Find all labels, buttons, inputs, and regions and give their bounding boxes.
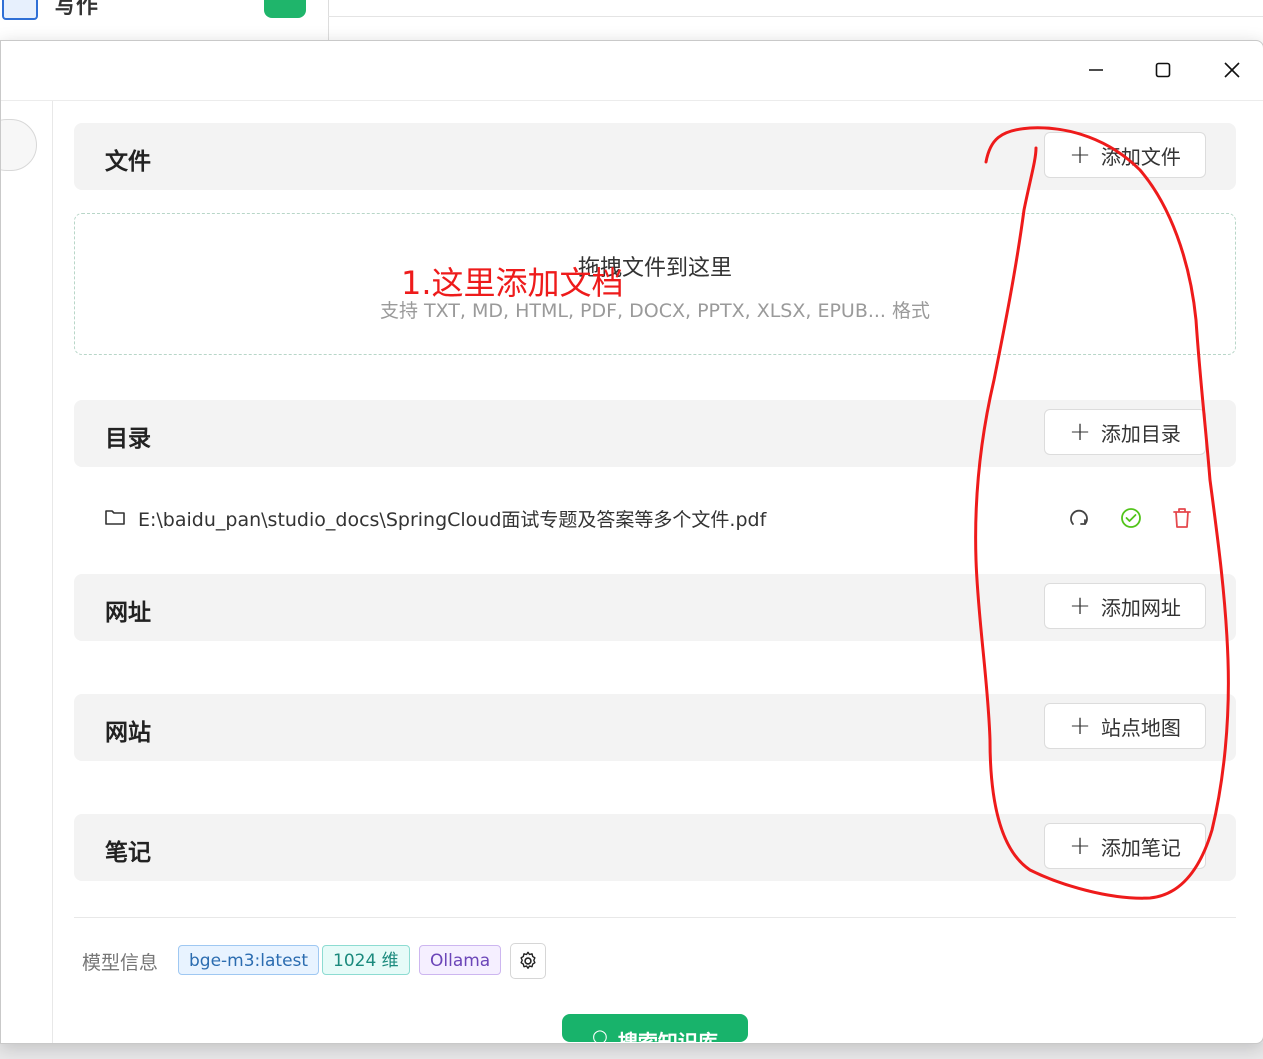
plus-icon: + xyxy=(1069,140,1091,170)
add-directory-label: 添加目录 xyxy=(1100,421,1181,446)
provider-tag: Ollama xyxy=(419,945,502,975)
dropzone-formats: 支持 TXT, MD, HTML, PDF, DOCX, PPTX, XLSX,… xyxy=(379,300,931,322)
add-url-label: 添加网址 xyxy=(1100,595,1181,620)
close-button[interactable] xyxy=(1212,53,1252,87)
background-toolbar-line xyxy=(328,16,1263,17)
maximize-button[interactable] xyxy=(1143,53,1183,87)
directory-section-title: 目录 xyxy=(105,426,151,452)
close-icon xyxy=(1224,62,1240,78)
add-sitemap-button[interactable]: + 站点地图 xyxy=(1044,703,1206,749)
dialog-titlebar xyxy=(1,41,1263,101)
background-divider xyxy=(328,0,329,44)
dimension-tag: 1024 维 xyxy=(322,945,410,975)
plus-icon: + xyxy=(1069,417,1091,447)
minimize-icon xyxy=(1089,69,1103,71)
check-circle-icon xyxy=(1121,508,1141,528)
website-section-header: 网站 + 站点地图 xyxy=(74,694,1236,761)
add-file-button[interactable]: + 添加文件 xyxy=(1044,132,1206,178)
minimize-button[interactable] xyxy=(1076,53,1116,87)
maximize-icon xyxy=(1155,62,1171,78)
search-knowledge-base-label: 搜索知识库 xyxy=(617,1030,718,1042)
notes-section-title: 笔记 xyxy=(105,840,151,866)
delete-icon[interactable] xyxy=(1169,505,1195,531)
plus-icon: + xyxy=(1069,711,1091,741)
plus-icon: + xyxy=(1069,831,1091,861)
directory-list-item: E:\baidu_pan\studio_docs\SpringCloud面试专题… xyxy=(104,503,1204,533)
dropzone-title: 拖拽文件到这里 xyxy=(577,256,732,281)
model-name-tag: bge-m3:latest xyxy=(178,945,320,975)
url-section-header: 网址 + 添加网址 xyxy=(74,574,1236,641)
background-new-button[interactable] xyxy=(264,0,306,18)
annotation-text: 1.这里添加文档 xyxy=(401,264,624,302)
search-icon: ○ xyxy=(592,1026,608,1042)
directory-section-header: 目录 + 添加目录 xyxy=(74,400,1236,467)
url-section-title: 网址 xyxy=(105,600,151,626)
background-app-header: 写作 xyxy=(0,0,1263,44)
add-note-button[interactable]: + 添加笔记 xyxy=(1044,823,1206,869)
website-section-title: 网站 xyxy=(105,720,151,746)
model-info-label: 模型信息 xyxy=(82,952,159,974)
folder-icon xyxy=(105,510,125,525)
background-app-footer xyxy=(0,1043,1263,1059)
gear-icon xyxy=(520,951,536,969)
document-icon xyxy=(2,0,38,20)
model-settings-button[interactable] xyxy=(510,943,546,979)
add-url-button[interactable]: + 添加网址 xyxy=(1044,583,1206,629)
directory-path: E:\baidu_pan\studio_docs\SpringCloud面试专题… xyxy=(138,509,767,531)
footer-divider xyxy=(74,917,1236,918)
plus-icon: + xyxy=(1069,591,1091,621)
files-section-header: 文件 + 添加文件 xyxy=(74,123,1236,190)
knowledge-base-dialog xyxy=(0,40,1263,1044)
add-sitemap-label: 站点地图 xyxy=(1100,715,1181,740)
add-note-label: 添加笔记 xyxy=(1100,835,1181,860)
dialog-sidebar xyxy=(1,101,53,1043)
refresh-icon[interactable] xyxy=(1066,505,1092,531)
notes-section-header: 笔记 + 添加笔记 xyxy=(74,814,1236,881)
file-dropzone[interactable]: 拖拽文件到这里 支持 TXT, MD, HTML, PDF, DOCX, PPT… xyxy=(74,213,1236,355)
background-app-title: 写作 xyxy=(54,0,99,19)
add-file-label: 添加文件 xyxy=(1100,144,1181,169)
files-section-title: 文件 xyxy=(105,149,151,175)
search-knowledge-base-button[interactable]: ○ 搜索知识库 xyxy=(562,1014,748,1042)
sidebar-pill-button[interactable] xyxy=(1,119,37,171)
add-directory-button[interactable]: + 添加目录 xyxy=(1044,409,1206,455)
